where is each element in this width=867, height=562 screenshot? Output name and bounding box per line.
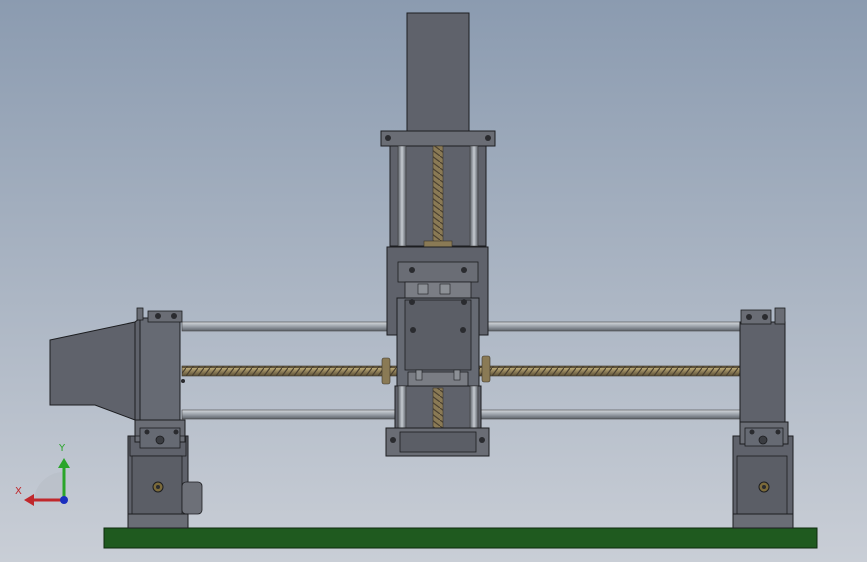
right-end-block[interactable] (739, 307, 786, 435)
vertical-axis-frame[interactable] (389, 145, 487, 248)
vertical-axis-lower[interactable] (385, 385, 490, 457)
left-support-bracket[interactable] (127, 419, 203, 529)
triad-y-arrow (58, 458, 70, 468)
vertical-lead-screw[interactable] (432, 145, 444, 245)
coordinate-triad (24, 458, 70, 506)
left-motor-housing[interactable] (49, 307, 185, 421)
triad-z-axis (60, 496, 68, 504)
cad-model-scene[interactable] (0, 0, 867, 562)
base-plate[interactable] (103, 527, 818, 549)
triad-x-arrow (24, 494, 34, 506)
triad-x-label: X (15, 486, 22, 497)
carriage-block[interactable] (381, 246, 491, 387)
vertical-axis-motor[interactable] (380, 12, 496, 147)
graphics-viewport[interactable]: Y X (0, 0, 867, 562)
triad-y-label: Y (59, 443, 66, 454)
right-support-bracket[interactable] (732, 421, 794, 529)
